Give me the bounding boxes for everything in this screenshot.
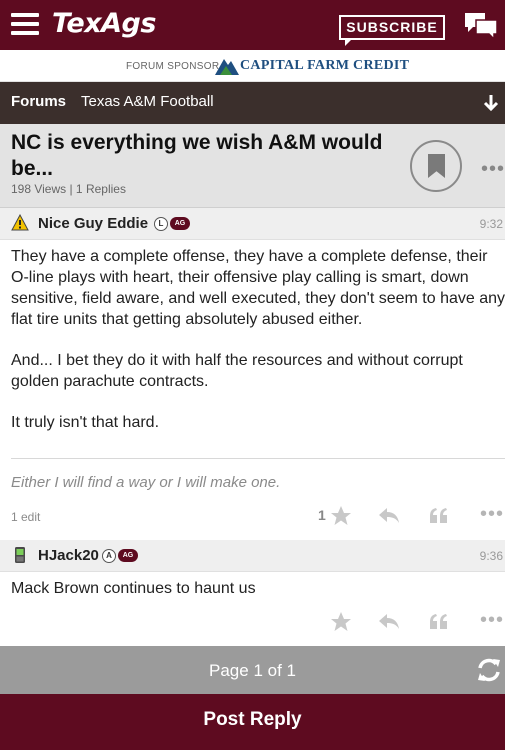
site-logo[interactable]: TexAgs [52,8,156,39]
sponsor-name: CAPITAL FARM CREDIT [240,58,410,73]
phone-icon [15,547,25,563]
quote-icon[interactable] [428,505,450,527]
post-time: 9:36 [479,549,503,563]
subscribe-button[interactable]: SUBSCRIBE [339,15,445,46]
ag-badge: AG [118,549,138,562]
post-header: Nice Guy Eddie L AG 9:32 [0,208,505,240]
thread-stats: 198 Views | 1 Replies [11,182,126,196]
reply-icon[interactable] [378,505,400,527]
top-bar: TexAgs SUBSCRIBE [0,0,505,50]
post-more-icon[interactable]: ••• [480,503,504,526]
star-icon[interactable] [330,611,352,633]
post-time: 9:32 [479,217,503,231]
thread-title: NC is everything we wish A&M would be... [11,131,383,180]
edit-count[interactable]: 1 edit [11,510,40,524]
warning-icon [11,214,29,231]
post-paragraph: Mack Brown continues to haunt us [11,580,256,597]
sponsor-logo [215,59,239,75]
post-reply-button[interactable]: Post Reply [0,694,505,750]
post-username[interactable]: Nice Guy Eddie [38,215,148,232]
user-badge: L [154,217,168,231]
post-paragraph: They have a complete offense, they have … [11,248,505,328]
hamburger-icon[interactable] [11,13,39,35]
breadcrumb-forums[interactable]: Forums [11,93,66,110]
post-more-icon[interactable]: ••• [480,609,504,632]
ag-badge: AG [170,217,190,230]
thread-more-icon[interactable]: ••• [481,158,505,181]
post-header: HJack20 A AG 9:36 [0,540,505,572]
arrow-down-icon[interactable] [482,94,500,112]
sponsor-label: FORUM SPONSOR [126,61,220,72]
post-body: They have a complete offense, they have … [11,246,505,453]
post-signature: Either I will find a way or I will make … [11,474,281,491]
quote-icon[interactable] [428,611,450,633]
forum-sponsor-banner[interactable]: FORUM SPONSOR CAPITAL FARM CREDIT [0,50,505,82]
post-paragraph: And... I bet they do it with half the re… [11,352,463,390]
thread-header: NC is everything we wish A&M would be...… [0,124,505,208]
user-badge: A [102,549,116,563]
post-username[interactable]: HJack20 [38,547,99,564]
bookmark-icon [428,154,445,178]
breadcrumb: Forums Texas A&M Football [0,82,505,124]
breadcrumb-board[interactable]: Texas A&M Football [81,93,214,110]
bookmark-button[interactable] [410,140,462,192]
pagination-bar: Page 1 of 1 [0,646,505,694]
star-count: 1 [318,507,326,523]
refresh-icon[interactable] [476,657,502,683]
reply-icon[interactable] [378,611,400,633]
star-icon[interactable] [330,505,352,527]
signature-divider [11,458,505,459]
page-indicator: Page 1 of 1 [209,661,296,680]
post-paragraph: It truly isn't that hard. [11,414,160,431]
chat-bubbles-icon[interactable] [463,11,499,41]
